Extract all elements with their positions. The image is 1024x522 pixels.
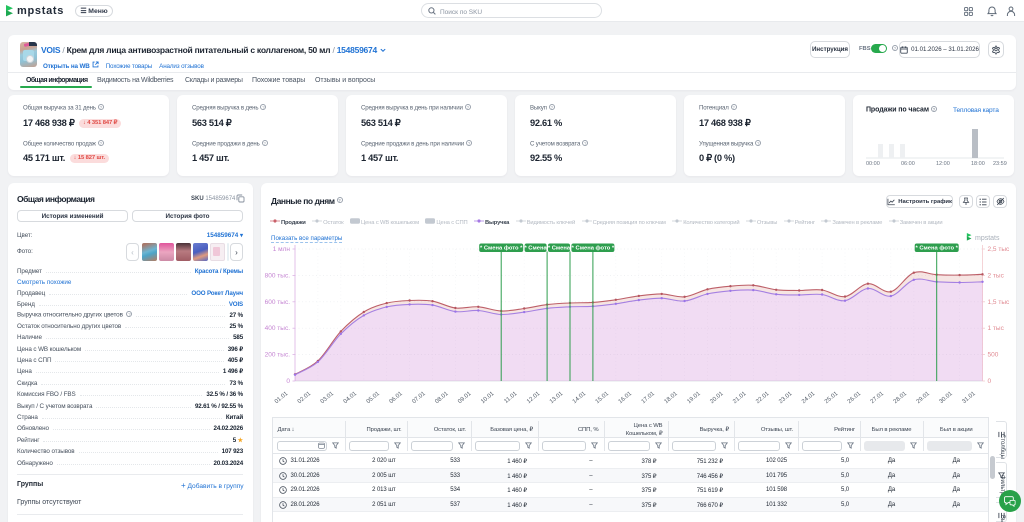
svg-text:0: 0 [988, 378, 992, 385]
svg-text:* Смена: * Смена [524, 246, 547, 252]
svg-text:400 тыс.: 400 тыс. [265, 325, 291, 332]
svg-text:01.01: 01.01 [274, 391, 290, 406]
svg-text:26.01: 26.01 [847, 391, 863, 406]
svg-text:20.01: 20.01 [709, 391, 725, 406]
svg-text:11.01: 11.01 [503, 391, 519, 405]
svg-text:2 тыс: 2 тыс [988, 272, 1005, 279]
svg-text:* Смена фото *: * Смена фото * [915, 245, 958, 252]
svg-text:14.01: 14.01 [572, 391, 588, 406]
svg-text:08.01: 08.01 [434, 391, 450, 406]
svg-text:* Смена: * Смена [548, 246, 571, 252]
svg-text:12.01: 12.01 [526, 391, 542, 406]
svg-text:09.01: 09.01 [457, 391, 473, 406]
svg-text:30.01: 30.01 [939, 391, 955, 406]
svg-text:28.01: 28.01 [893, 391, 909, 406]
svg-text:29.01: 29.01 [916, 391, 932, 406]
svg-text:13.01: 13.01 [549, 391, 565, 406]
svg-text:25.01: 25.01 [824, 391, 840, 406]
svg-text:* Смена фото *: * Смена фото * [572, 245, 615, 252]
svg-text:17.01: 17.01 [641, 391, 657, 406]
svg-text:16.01: 16.01 [618, 391, 634, 406]
svg-text:27.01: 27.01 [870, 391, 886, 406]
svg-text:2,5 тыс: 2,5 тыс [988, 246, 1010, 253]
svg-text:0: 0 [286, 378, 290, 385]
svg-text:1 млн: 1 млн [273, 246, 291, 253]
svg-text:24.01: 24.01 [801, 391, 817, 406]
svg-text:23.01: 23.01 [778, 391, 794, 406]
svg-text:* Смена фото *: * Смена фото * [480, 245, 523, 252]
svg-text:03.01: 03.01 [320, 391, 336, 406]
svg-text:07.01: 07.01 [411, 391, 427, 406]
svg-text:22.01: 22.01 [755, 391, 771, 406]
svg-text:1 тыс: 1 тыс [988, 325, 1005, 332]
svg-text:21.01: 21.01 [732, 391, 748, 406]
svg-text:800 тыс.: 800 тыс. [265, 272, 291, 279]
svg-text:15.01: 15.01 [595, 391, 611, 406]
svg-text:600 тыс.: 600 тыс. [265, 299, 291, 306]
svg-text:1,5 тыс: 1,5 тыс [988, 299, 1010, 306]
svg-text:05.01: 05.01 [366, 391, 382, 406]
svg-text:04.01: 04.01 [343, 391, 359, 406]
svg-text:18.01: 18.01 [664, 391, 680, 406]
svg-text:31.01: 31.01 [961, 391, 977, 406]
svg-text:02.01: 02.01 [297, 391, 313, 406]
svg-text:200 тыс.: 200 тыс. [265, 352, 291, 359]
svg-text:19.01: 19.01 [686, 391, 702, 406]
svg-text:500: 500 [988, 352, 999, 359]
svg-text:06.01: 06.01 [389, 391, 405, 406]
svg-text:10.01: 10.01 [480, 391, 496, 406]
